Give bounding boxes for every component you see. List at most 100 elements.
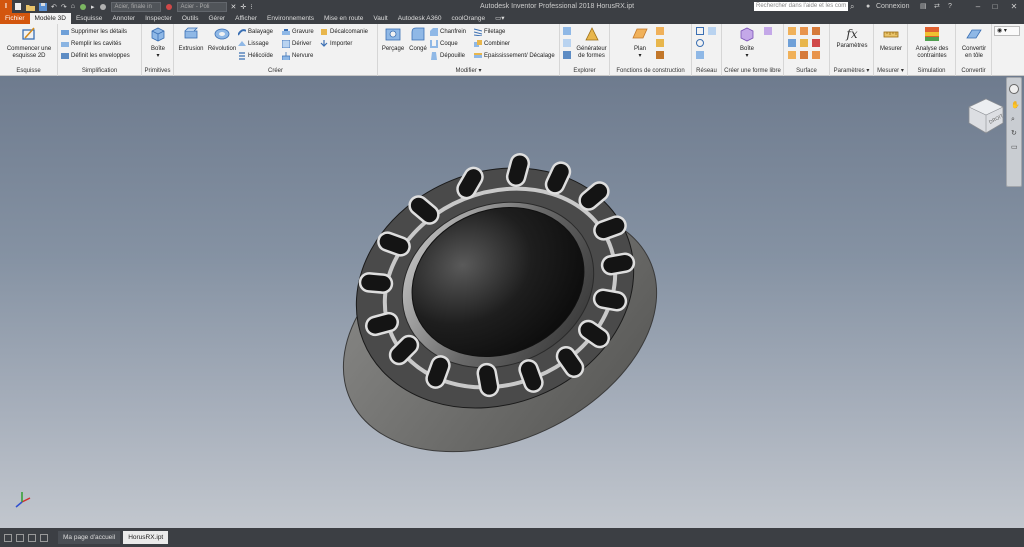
close-button[interactable]: ✕ bbox=[1006, 0, 1022, 13]
coque-button[interactable]: Coque bbox=[430, 38, 458, 49]
tab-options-icon[interactable]: ▭▾ bbox=[490, 13, 509, 24]
tab-modele-3d[interactable]: Modèle 3D bbox=[29, 13, 71, 24]
tab-horusrx-ipt[interactable]: HorusRX.ipt bbox=[123, 531, 169, 544]
mesurer-button[interactable]: Mesurer bbox=[876, 26, 906, 53]
generateur-formes-button[interactable]: Générateur de formes bbox=[573, 26, 610, 60]
maximize-button[interactable]: □ bbox=[987, 0, 1003, 13]
forme-libre-dropdown-icon[interactable]: ▾ bbox=[734, 53, 760, 60]
trim-icon[interactable] bbox=[788, 39, 796, 47]
conge-button[interactable]: Congé bbox=[406, 26, 430, 53]
tab-ma-page-accueil[interactable]: Ma page d'accueil bbox=[58, 531, 121, 544]
nervure-button[interactable]: Nervure bbox=[282, 50, 313, 61]
save-icon[interactable] bbox=[37, 0, 49, 13]
tile-icon[interactable] bbox=[4, 533, 12, 542]
pan-icon[interactable]: ✋ bbox=[1011, 102, 1020, 110]
boite-primitive-button[interactable]: Boîte ▾ bbox=[145, 26, 171, 60]
analyse-contraintes-button[interactable]: Analyse des contraintes bbox=[910, 26, 954, 60]
epaississement-button[interactable]: Epaississement/ Décalage bbox=[474, 50, 555, 61]
parametres-button[interactable]: fx Paramètres bbox=[832, 26, 872, 50]
tab-vault[interactable]: Vault bbox=[368, 13, 392, 24]
clear-override-icon[interactable]: ✕ bbox=[229, 0, 239, 13]
plan-button[interactable]: Plan ▾ bbox=[628, 26, 652, 60]
depouille-button[interactable]: Dépouille bbox=[430, 50, 465, 61]
supprimer-details-button[interactable]: Supprimer les détails bbox=[61, 26, 127, 37]
importer-button[interactable]: Importer bbox=[320, 38, 352, 49]
tab-fichier[interactable]: Fichier bbox=[0, 13, 30, 24]
arrange-icon[interactable] bbox=[28, 533, 36, 542]
gravure-button[interactable]: Gravure bbox=[282, 26, 314, 37]
remplir-cavites-button[interactable]: Remplir les cavités bbox=[61, 38, 121, 49]
definit-enveloppes-button[interactable]: Définit les enveloppes bbox=[61, 50, 130, 61]
update-icon[interactable] bbox=[77, 0, 89, 13]
tab-coolorange[interactable]: coolOrange bbox=[446, 13, 490, 24]
plan-dropdown-icon[interactable]: ▾ bbox=[628, 53, 652, 60]
ruled-surface-icon[interactable] bbox=[812, 51, 820, 59]
help-search-input[interactable]: Rechercher dans l'aide et les com bbox=[754, 2, 848, 11]
viewcube[interactable]: DROIT bbox=[966, 96, 1006, 136]
zoom-icon[interactable]: ⌕ bbox=[1011, 116, 1019, 124]
circular-pattern-icon[interactable] bbox=[696, 39, 704, 47]
chanfrein-button[interactable]: Chanfrein bbox=[430, 26, 466, 37]
commencer-esquisse-button[interactable]: Commencer une esquisse 2D bbox=[3, 26, 55, 60]
deriver-button[interactable]: Dériver bbox=[282, 38, 311, 49]
combiner-button[interactable]: Combiner bbox=[474, 38, 510, 49]
lissage-button[interactable]: Lissage bbox=[238, 38, 269, 49]
decalcomanie-button[interactable]: Décalcomanie bbox=[320, 26, 368, 37]
ribbon-options-dropdown[interactable]: ◉ ▾ bbox=[994, 26, 1020, 36]
extrusion-button[interactable]: Extrusion bbox=[176, 26, 206, 53]
tab-autodesk-a360[interactable]: Autodesk A360 bbox=[393, 13, 447, 24]
helicoide-button[interactable]: Hélicoïde bbox=[238, 50, 273, 61]
tab-inspecter[interactable]: Inspecter bbox=[140, 13, 177, 24]
undo-icon[interactable]: ↶ bbox=[49, 0, 59, 13]
help-button[interactable]: ? bbox=[948, 0, 952, 13]
boite-dropdown-icon[interactable]: ▾ bbox=[145, 53, 171, 60]
tab-gerer[interactable]: Gérer bbox=[203, 13, 230, 24]
ucs-icon[interactable] bbox=[656, 51, 664, 59]
exchange-icon[interactable]: ⇄ bbox=[934, 0, 940, 13]
select-icon[interactable]: ▸ bbox=[89, 0, 97, 13]
repair-icon[interactable] bbox=[788, 51, 796, 59]
sculpt-icon[interactable] bbox=[812, 27, 820, 35]
forme-libre-boite-button[interactable]: Boîte ▾ bbox=[734, 26, 760, 60]
new-file-icon[interactable] bbox=[12, 0, 24, 13]
material-dropdown[interactable]: Acier, finale in bbox=[110, 1, 161, 12]
panel-label-parametres[interactable]: Paramètres ▾ bbox=[830, 67, 873, 76]
filetage-button[interactable]: Filetage bbox=[474, 26, 505, 37]
convertir-tole-button[interactable]: Convertir en tôle bbox=[958, 26, 990, 60]
extend-icon[interactable] bbox=[800, 39, 808, 47]
steering-wheel-icon[interactable] bbox=[1009, 84, 1019, 94]
part-model[interactable] bbox=[0, 76, 1024, 528]
rectangular-pattern-icon[interactable] bbox=[696, 27, 704, 35]
minimize-button[interactable]: – bbox=[970, 0, 986, 13]
tab-afficher[interactable]: Afficher bbox=[230, 13, 262, 24]
tab-esquisse[interactable]: Esquisse bbox=[71, 13, 107, 24]
customize-icon[interactable]: ⁝ bbox=[248, 0, 254, 13]
fit-mesh-icon[interactable] bbox=[800, 51, 808, 59]
sketch-pattern-icon[interactable] bbox=[708, 27, 716, 35]
explore-icon-1[interactable] bbox=[563, 27, 571, 35]
appearance-dropdown[interactable]: Acier - Poli bbox=[176, 1, 227, 12]
appearance-icon[interactable] bbox=[163, 0, 175, 13]
redo-icon[interactable]: ↷ bbox=[59, 0, 69, 13]
balayage-button[interactable]: Balayage bbox=[238, 26, 273, 37]
binoculars-icon[interactable]: ⌕ bbox=[850, 1, 860, 12]
graphics-viewport[interactable]: DROIT bbox=[0, 76, 1024, 528]
axis-icon[interactable] bbox=[656, 27, 664, 35]
open-folder-icon[interactable] bbox=[24, 0, 37, 13]
mirror-icon[interactable] bbox=[696, 51, 704, 59]
tab-annoter[interactable]: Annoter bbox=[107, 13, 140, 24]
freeform-edit-icon[interactable] bbox=[764, 27, 772, 35]
replace-face-icon[interactable] bbox=[812, 39, 820, 47]
revolution-button[interactable]: Révolution bbox=[206, 26, 238, 53]
tab-mise-en-route[interactable]: Mise en route bbox=[319, 13, 368, 24]
percage-button[interactable]: Perçage bbox=[380, 26, 406, 53]
windows-icon[interactable] bbox=[40, 533, 48, 542]
point-icon[interactable] bbox=[656, 39, 664, 47]
material-icon[interactable] bbox=[97, 0, 109, 13]
tab-outils[interactable]: Outils bbox=[177, 13, 204, 24]
cascade-icon[interactable] bbox=[16, 533, 24, 542]
panel-label-modifier[interactable]: Modifier ▾ bbox=[378, 67, 559, 76]
orbit-icon[interactable]: ↻ bbox=[1011, 130, 1019, 138]
app-logo[interactable]: I bbox=[0, 0, 12, 13]
signin-button[interactable]: Connexion bbox=[876, 0, 909, 13]
